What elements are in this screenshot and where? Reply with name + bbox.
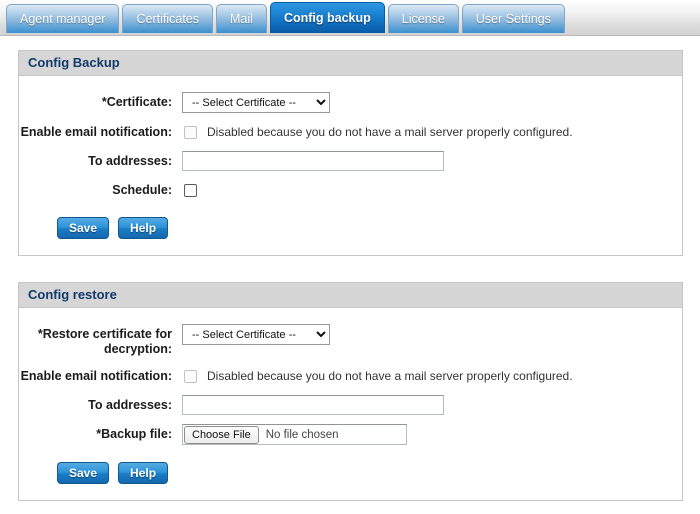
config-restore-title: Config restore (19, 283, 682, 308)
restore-enable-email-label: Enable email notification: (20, 369, 172, 383)
config-backup-buttons: Save Help (19, 217, 682, 239)
backup-file-field: Choose File No file chosen (182, 424, 682, 445)
config-backup-panel: Config Backup *Certificate: -- Select Ce… (18, 50, 683, 256)
restore-certificate-row: *Restore certificate for decryption: -- … (19, 324, 682, 357)
save-button[interactable]: Save (57, 217, 110, 239)
help-button-label: Help (130, 221, 157, 235)
to-addresses-row: To addresses: (19, 151, 682, 171)
panel-spacer (0, 256, 700, 268)
config-backup-title: Config Backup (19, 51, 682, 76)
schedule-label: Schedule: (112, 183, 172, 197)
help-button-label: Help (130, 466, 157, 480)
tab-label: License (401, 12, 445, 26)
tab-label: User Settings (475, 12, 551, 26)
restore-enable-email-field: Disabled because you do not have a mail … (182, 366, 682, 386)
restore-to-addresses-input[interactable] (182, 395, 444, 415)
tab-label: Agent manager (20, 12, 106, 26)
certificate-label: *Certificate: (101, 95, 172, 109)
schedule-checkbox[interactable] (184, 183, 197, 197)
schedule-field (182, 180, 682, 200)
config-restore-body: *Restore certificate for decryption: -- … (19, 308, 682, 500)
to-addresses-label: To addresses: (88, 154, 172, 168)
restore-certificate-select[interactable]: -- Select Certificate -- (182, 324, 330, 345)
config-backup-body: *Certificate: -- Select Certificate -- E… (19, 76, 682, 255)
tab-label: Config backup (283, 11, 371, 25)
config-restore-panel: Config restore *Restore certificate for … (18, 282, 683, 501)
to-addresses-field (182, 151, 682, 171)
no-file-chosen-label: No file chosen (265, 428, 339, 441)
tab-label: Mail (230, 12, 253, 26)
certificate-select[interactable]: -- Select Certificate -- (182, 92, 330, 113)
tab-license[interactable]: License (387, 4, 459, 33)
tab-mail[interactable]: Mail (216, 4, 267, 33)
restore-to-addresses-label: To addresses: (88, 398, 172, 412)
tab-label: Certificates (136, 12, 200, 26)
restore-enable-email-hint: Disabled because you do not have a mail … (207, 369, 573, 383)
tab-user-settings[interactable]: User Settings (461, 4, 565, 33)
save-button-label: Save (69, 221, 98, 235)
restore-certificate-label: *Restore certificate for decryption: (37, 327, 172, 356)
restore-save-button[interactable]: Save (57, 462, 110, 484)
backup-file-input[interactable]: Choose File No file chosen (182, 424, 407, 445)
restore-certificate-field: -- Select Certificate -- (182, 324, 682, 345)
restore-to-addresses-field (182, 395, 682, 415)
tab-config-backup[interactable]: Config backup (269, 2, 385, 33)
restore-enable-email-row: Enable email notification: Disabled beca… (19, 366, 682, 386)
restore-to-addresses-row: To addresses: (19, 395, 682, 415)
enable-email-field: Disabled because you do not have a mail … (182, 122, 682, 142)
enable-email-row: Enable email notification: Disabled beca… (19, 122, 682, 142)
choose-file-button[interactable]: Choose File (184, 425, 259, 444)
tab-certificates[interactable]: Certificates (122, 4, 214, 33)
certificate-field: -- Select Certificate -- (182, 92, 682, 113)
restore-help-button[interactable]: Help (118, 462, 169, 484)
restore-enable-email-checkbox (184, 369, 197, 383)
tab-agent-manager[interactable]: Agent manager (6, 4, 120, 33)
tab-bar: Agent manager Certificates Mail Config b… (0, 0, 700, 36)
enable-email-checkbox (184, 125, 197, 139)
enable-email-label: Enable email notification: (20, 125, 172, 139)
config-restore-buttons: Save Help (19, 462, 682, 484)
enable-email-hint: Disabled because you do not have a mail … (207, 125, 573, 139)
help-button[interactable]: Help (118, 217, 169, 239)
schedule-row: Schedule: (19, 180, 682, 200)
backup-file-row: *Backup file: Choose File No file chosen (19, 424, 682, 445)
save-button-label: Save (69, 466, 98, 480)
to-addresses-input[interactable] (182, 151, 444, 171)
certificate-row: *Certificate: -- Select Certificate -- (19, 92, 682, 113)
backup-file-label: *Backup file: (96, 427, 172, 441)
